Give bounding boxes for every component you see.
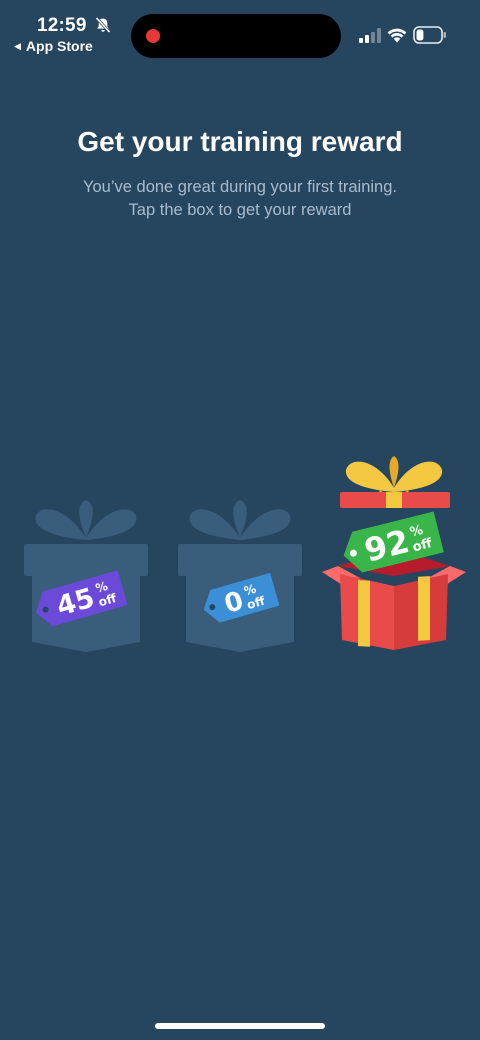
back-to-app-store[interactable]: ◀ App Store bbox=[14, 38, 93, 54]
gift-box-1[interactable]: 45 % off bbox=[20, 494, 152, 654]
dynamic-island bbox=[131, 14, 341, 58]
recording-indicator-icon bbox=[146, 29, 160, 43]
gift-box-closed-icon: 45 % off bbox=[24, 500, 148, 652]
status-time: 12:59 bbox=[37, 15, 87, 36]
subtitle-line-1: You’ve done great during your first trai… bbox=[83, 178, 397, 196]
page-subtitle: You’ve done great during your first trai… bbox=[40, 176, 440, 222]
battery-icon bbox=[413, 26, 446, 44]
bell-muted-icon bbox=[95, 16, 111, 34]
home-indicator[interactable] bbox=[155, 1023, 325, 1029]
status-bar: 12:59 ◀ App Store bbox=[0, 0, 480, 60]
back-app-label: App Store bbox=[25, 38, 93, 54]
back-triangle-icon: ◀ bbox=[14, 40, 21, 51]
gift-box-opened-icon: 92 % off bbox=[322, 456, 466, 650]
gift-box-3-opened[interactable]: 92 % off bbox=[318, 454, 470, 654]
cellular-signal-icon bbox=[359, 28, 381, 43]
gift-box-closed-icon: 0 % off bbox=[178, 500, 302, 652]
subtitle-line-2: Tap the box to get your reward bbox=[128, 201, 352, 219]
page-title: Get your training reward bbox=[77, 126, 403, 157]
wifi-icon bbox=[387, 28, 407, 43]
gift-box-2[interactable]: 0 % off bbox=[174, 494, 306, 654]
